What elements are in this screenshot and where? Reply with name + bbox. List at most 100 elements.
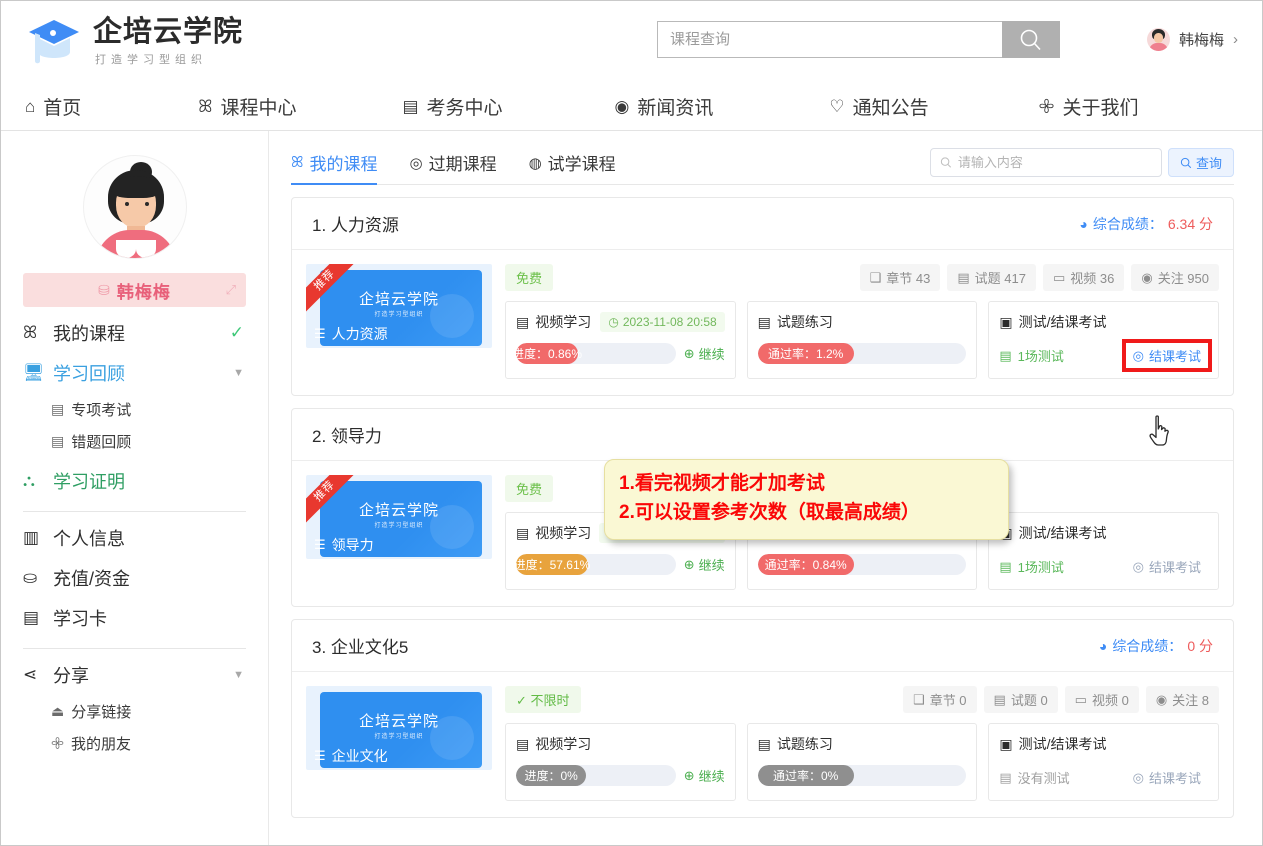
tab-expired-courses[interactable]: ◎ 过期课程 (409, 150, 496, 184)
final-exam-button[interactable]: ◎ 结课考试 (1121, 339, 1213, 372)
stat-label: 章节 43 (886, 271, 931, 286)
check-icon: ✓ (516, 693, 527, 708)
trial-icon: ◍ (528, 154, 542, 172)
sidebar-item-profile[interactable]: ▥ 个人信息 (23, 518, 246, 558)
sidebar-item-share-link[interactable]: ⏏ 分享链接 (23, 695, 246, 727)
test-count: ▤ 没有测试 (999, 768, 1069, 787)
thumbnail-label-text: 领导力 (331, 537, 374, 553)
sidebar-item-special-exam[interactable]: ▤ 专项考试 (23, 393, 246, 425)
header-search-input[interactable] (657, 21, 1002, 58)
sidebar-item-label: 充值/资金 (53, 569, 131, 589)
panel-quiz-practice: ▤ 试题练习 通过率：1.2% (746, 301, 978, 379)
nav-label: 首页 (43, 98, 82, 119)
nav-item-exam-center[interactable]: ▤ 考务中心 (402, 93, 502, 120)
play-circle-icon: ⊕ (683, 556, 695, 572)
stat-questions: ▤ 试题 0 (983, 686, 1058, 713)
book-icon: ꕤ (198, 97, 213, 116)
final-exam-button[interactable]: ◎ 结课考试 (1126, 554, 1208, 579)
header-search-button[interactable] (1002, 21, 1060, 58)
target-icon: ◎ (1132, 769, 1144, 785)
panel-title: ▣ 测试/结课考试 (999, 523, 1106, 543)
chevron-down-icon[interactable]: ▼ (233, 669, 244, 681)
course-stats: ❑ 章节 43 ▤ 试题 417 ▭ 视频 36 ◉ 关注 950 (859, 264, 1219, 291)
test-icon: ▣ (999, 735, 1013, 752)
sidebar-item-label: 分享 (53, 666, 89, 686)
sidebar-item-study-card[interactable]: ▤ 学习卡 (23, 598, 246, 638)
final-exam-label: 结课考试 (1149, 560, 1202, 575)
nav-item-news[interactable]: ◉ 新闻资讯 (615, 93, 714, 120)
sidebar-item-share[interactable]: ⋖ 分享 ▼ (23, 655, 246, 695)
course-search-button[interactable]: 查询 (1167, 148, 1234, 177)
course-card-body: 推荐 企培云学院 打造学习型组织 ☰ 人力资源 免费 ❑ 章节 43 ▤ 试题 … (292, 250, 1233, 395)
film-icon: ▤ (516, 524, 530, 541)
continue-label: 继续 (698, 769, 725, 784)
tab-my-courses[interactable]: ꕤ 我的课程 (291, 150, 378, 185)
test-count-label: 1场测试 (1017, 560, 1064, 575)
sidebar-item-label: 我的课程 (53, 324, 125, 344)
course-search-field[interactable] (929, 148, 1162, 177)
sidebar-item-study-review[interactable]: 🖥 学习回顾 ▼ (23, 353, 246, 393)
final-exam-button[interactable]: ◎ 结课考试 (1126, 765, 1208, 790)
tab-label: 过期课程 (428, 155, 497, 174)
sidebar-item-certificate[interactable]: ⛬ 学习证明 (23, 461, 246, 501)
video-progress-bar: 进度：0.86% (516, 343, 676, 364)
stat-label: 视频 36 (1070, 271, 1115, 286)
eye-icon: ◉ (1141, 269, 1153, 285)
final-exam-label: 结课考试 (1149, 771, 1202, 786)
course-thumbnail[interactable]: 企培云学院 打造学习型组织 ☰ 企业文化 (306, 686, 492, 770)
course-card-header: 2. 领导力 (292, 409, 1233, 461)
continue-label: 继续 (698, 558, 725, 573)
list-check-icon: ▤ (51, 432, 65, 449)
test-count-label: 没有测试 (1017, 771, 1070, 786)
video-icon: ▭ (1052, 269, 1066, 285)
continue-button[interactable]: ⊕ 继续 (684, 766, 725, 785)
course-thumbnail[interactable]: 推荐 企培云学院 打造学习型组织 ☰ 人力资源 (306, 264, 492, 348)
sidebar-item-my-friends[interactable]: 𖧷 我的朋友 (23, 727, 246, 759)
sidebar-item-label: 学习回顾 (53, 364, 125, 384)
test-count-label: 1场测试 (1017, 349, 1064, 364)
tooltip-line-2: 2.可以设置参考次数（取最高成绩） (619, 501, 920, 523)
clock-expired-icon: ◎ (409, 154, 423, 172)
course-badges: ✓ 不限时 ❑ 章节 0 ▤ 试题 0 ▭ 视频 0 ◉ 关注 8 (505, 686, 1219, 713)
logo-title: 企培云学院 (93, 15, 244, 48)
tooltip-line-1: 1.看完视频才能才加考试 (619, 473, 825, 494)
nav-item-home[interactable]: ⌂ 首页 (25, 93, 81, 120)
play-circle-icon: ⊕ (683, 767, 695, 783)
annotation-tooltip: 1.看完视频才能才加考试 2.可以设置参考次数（取最高成绩） (604, 459, 1009, 540)
stack-icon: ☰ (314, 748, 326, 763)
course-score: ◕ 综合成绩： 0 分 (1099, 636, 1213, 656)
chevron-down-icon[interactable]: ▼ (233, 367, 244, 379)
sidebar-item-wrong-review[interactable]: ▤ 错题回顾 (23, 425, 246, 457)
sidebar-item-label: 分享链接 (71, 703, 132, 721)
stat-chapters: ❑ 章节 0 (903, 686, 977, 713)
stat-chapters: ❑ 章节 43 (859, 264, 941, 291)
nav-item-notice[interactable]: ♡ 通知公告 (829, 93, 928, 120)
video-progress-fill: 进度：0.86% (516, 343, 582, 364)
test-list-icon: ▤ (999, 769, 1012, 785)
continue-button[interactable]: ⊕ 继续 (684, 344, 725, 363)
header-user-name: 韩梅梅 (1178, 32, 1224, 49)
deadline-value: 2023-11-08 20:58 (622, 315, 717, 329)
panel-title: ▤ 视频学习 (516, 312, 591, 332)
nav-item-about[interactable]: 𖧷 关于我们 (1039, 93, 1139, 120)
video-progress-fill: 进度：57.61% (516, 554, 590, 575)
nav-label: 通知公告 (852, 98, 929, 119)
video-progress-fill: 进度：0% (516, 765, 587, 786)
pass-rate-fill: 通过率：1.2% (757, 343, 854, 364)
continue-button[interactable]: ⊕ 继续 (684, 555, 725, 574)
course-score: ◕ 综合成绩： 6.34 分 (1079, 214, 1213, 234)
sidebar-user-pill[interactable]: ⛁ 韩梅梅 ⤢ (23, 273, 246, 307)
nav-item-courses[interactable]: ꕤ 课程中心 (198, 93, 296, 120)
sidebar-item-my-courses[interactable]: ꕤ 我的课程 ✓ (23, 313, 246, 353)
header-user[interactable]: 韩梅梅 › (1146, 21, 1238, 58)
check-icon: ✓ (229, 323, 244, 342)
tab-trial-courses[interactable]: ◍ 试学课程 (529, 150, 616, 184)
book-icon: ꕤ (23, 323, 38, 342)
test-list-icon: ▤ (999, 558, 1012, 574)
sidebar-item-recharge[interactable]: ⛀ 充值/资金 (23, 558, 246, 598)
test-count: ▤ 1场测试 (999, 557, 1064, 576)
course-thumbnail[interactable]: 推荐 企培云学院 打造学习型组织 ☰ 领导力 (306, 475, 492, 559)
site-logo[interactable]: 企培云学院 打造学习型组织 (25, 16, 243, 68)
expand-icon[interactable]: ⤢ (226, 282, 236, 298)
course-search-input[interactable] (957, 155, 1152, 170)
